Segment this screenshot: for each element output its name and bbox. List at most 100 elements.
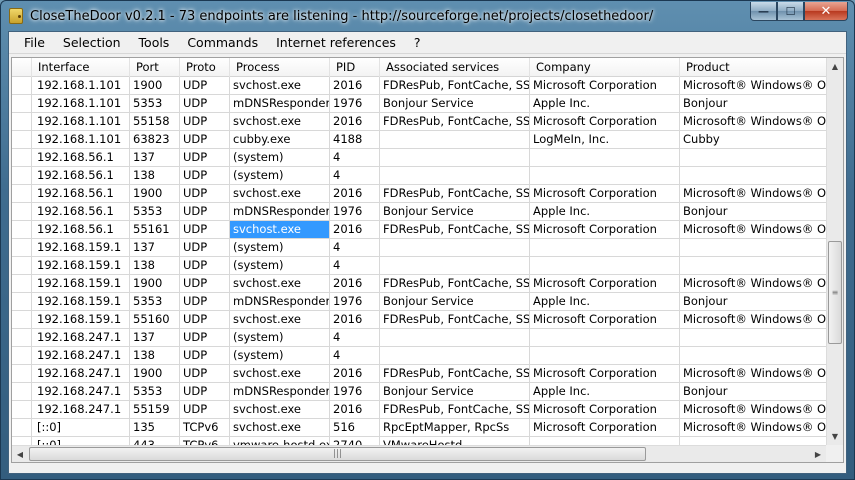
cell-company[interactable]: Apple Inc. bbox=[530, 293, 680, 311]
column-header-port[interactable]: Port bbox=[130, 58, 180, 77]
minimize-button[interactable]: — bbox=[750, 2, 777, 21]
cell-company[interactable]: Microsoft Corporation bbox=[530, 77, 680, 95]
menu-internet-references[interactable]: Internet references bbox=[267, 35, 405, 50]
cell-port[interactable]: 1900 bbox=[130, 365, 180, 383]
cell-proto[interactable]: UDP bbox=[180, 131, 230, 149]
cell-pid[interactable]: 2016 bbox=[330, 113, 380, 131]
row-header[interactable] bbox=[12, 257, 32, 275]
cell-process[interactable]: svchost.exe bbox=[230, 77, 330, 95]
cell-interface[interactable]: 192.168.247.1 bbox=[32, 383, 130, 401]
row-header[interactable] bbox=[12, 185, 32, 203]
cell-process[interactable]: svchost.exe bbox=[230, 185, 330, 203]
table-row[interactable]: 192.168.1.101 55158 UDP svchost.exe 2016 FDRe… bbox=[12, 113, 830, 131]
cell-company[interactable]: Microsoft Corporation bbox=[530, 185, 680, 203]
row-header[interactable] bbox=[12, 203, 32, 221]
table-row[interactable]: 192.168.56.1 5353 UDP mDNSResponder... 1976 B… bbox=[12, 203, 830, 221]
cell-interface[interactable]: 192.168.247.1 bbox=[32, 347, 130, 365]
cell-proto[interactable]: UDP bbox=[180, 239, 230, 257]
cell-proto[interactable]: UDP bbox=[180, 95, 230, 113]
cell-interface[interactable]: 192.168.56.1 bbox=[32, 149, 130, 167]
cell-interface[interactable]: 192.168.1.101 bbox=[32, 77, 130, 95]
cell-pid[interactable]: 4188 bbox=[330, 131, 380, 149]
cell-pid[interactable]: 4 bbox=[330, 239, 380, 257]
cell-interface[interactable]: 192.168.56.1 bbox=[32, 185, 130, 203]
table-row[interactable]: 192.168.1.101 63823 UDP cubby.exe 4188 LogMeI… bbox=[12, 131, 830, 149]
table-row[interactable]: 192.168.1.101 1900 UDP svchost.exe 2016 FDRes… bbox=[12, 77, 830, 95]
cell-company[interactable] bbox=[530, 347, 680, 365]
column-header-pid[interactable]: PID bbox=[330, 58, 380, 77]
cell-proto[interactable]: UDP bbox=[180, 311, 230, 329]
table-row[interactable]: 192.168.159.1 55160 UDP svchost.exe 2016 FDRe… bbox=[12, 311, 830, 329]
table-row[interactable]: 192.168.159.1 1900 UDP svchost.exe 2016 FDRes… bbox=[12, 275, 830, 293]
cell-port[interactable]: 137 bbox=[130, 239, 180, 257]
table-row[interactable]: 192.168.159.1 137 UDP (system) 4 bbox=[12, 239, 830, 257]
cell-port[interactable]: 1900 bbox=[130, 77, 180, 95]
cell-product[interactable]: Microsoft® Windows® Oper... bbox=[680, 419, 830, 437]
cell-process[interactable]: svchost.exe bbox=[230, 275, 330, 293]
cell-associated-services[interactable] bbox=[380, 149, 530, 167]
cell-product[interactable]: Microsoft® Windows® Oper... bbox=[680, 401, 830, 419]
cell-product[interactable]: Bonjour bbox=[680, 383, 830, 401]
cell-company[interactable]: Microsoft Corporation bbox=[530, 275, 680, 293]
cell-associated-services[interactable] bbox=[380, 131, 530, 149]
cell-proto[interactable]: TCPv6 bbox=[180, 419, 230, 437]
cell-proto[interactable]: UDP bbox=[180, 149, 230, 167]
cell-product[interactable]: Bonjour bbox=[680, 293, 830, 311]
column-header-associated-services[interactable]: Associated services bbox=[380, 58, 530, 77]
row-header[interactable] bbox=[12, 365, 32, 383]
row-header[interactable] bbox=[12, 149, 32, 167]
cell-interface[interactable]: 192.168.159.1 bbox=[32, 275, 130, 293]
cell-port[interactable]: 137 bbox=[130, 329, 180, 347]
cell-pid[interactable]: 516 bbox=[330, 419, 380, 437]
cell-pid[interactable]: 4 bbox=[330, 257, 380, 275]
cell-port[interactable]: 138 bbox=[130, 257, 180, 275]
table-row[interactable]: 192.168.247.1 55159 UDP svchost.exe 2016 FDRe… bbox=[12, 401, 830, 419]
cell-product[interactable]: Cubby bbox=[680, 131, 830, 149]
close-button[interactable]: ✕ bbox=[804, 2, 848, 21]
cell-company[interactable] bbox=[530, 149, 680, 167]
cell-company[interactable] bbox=[530, 329, 680, 347]
cell-port[interactable]: 55161 bbox=[130, 221, 180, 239]
cell-port[interactable]: 1900 bbox=[130, 275, 180, 293]
cell-pid[interactable]: 4 bbox=[330, 167, 380, 185]
cell-interface[interactable]: 192.168.159.1 bbox=[32, 239, 130, 257]
table-row[interactable]: 192.168.247.1 137 UDP (system) 4 bbox=[12, 329, 830, 347]
cell-interface[interactable]: 192.168.56.1 bbox=[32, 221, 130, 239]
cell-port[interactable]: 55158 bbox=[130, 113, 180, 131]
cell-associated-services[interactable] bbox=[380, 239, 530, 257]
row-header[interactable] bbox=[12, 113, 32, 131]
cell-interface[interactable]: 192.168.247.1 bbox=[32, 365, 130, 383]
cell-pid[interactable]: 2016 bbox=[330, 401, 380, 419]
cell-process[interactable]: (system) bbox=[230, 347, 330, 365]
cell-company[interactable]: Apple Inc. bbox=[530, 95, 680, 113]
cell-proto[interactable]: UDP bbox=[180, 185, 230, 203]
column-header-process[interactable]: Process bbox=[230, 58, 330, 77]
cell-port[interactable]: 137 bbox=[130, 149, 180, 167]
cell-product[interactable] bbox=[680, 347, 830, 365]
row-header[interactable] bbox=[12, 293, 32, 311]
cell-pid[interactable]: 1976 bbox=[330, 95, 380, 113]
cell-port[interactable]: 55160 bbox=[130, 311, 180, 329]
cell-associated-services[interactable]: Bonjour Service bbox=[380, 203, 530, 221]
cell-proto[interactable]: UDP bbox=[180, 365, 230, 383]
cell-associated-services[interactable]: Bonjour Service bbox=[380, 293, 530, 311]
row-header[interactable] bbox=[12, 311, 32, 329]
cell-associated-services[interactable]: FDResPub, FontCache, SS... bbox=[380, 221, 530, 239]
cell-port[interactable]: 5353 bbox=[130, 203, 180, 221]
cell-company[interactable]: Microsoft Corporation bbox=[530, 419, 680, 437]
row-header[interactable] bbox=[12, 401, 32, 419]
cell-pid[interactable]: 4 bbox=[330, 347, 380, 365]
cell-associated-services[interactable]: Bonjour Service bbox=[380, 383, 530, 401]
cell-process[interactable]: mDNSResponder... bbox=[230, 95, 330, 113]
cell-company[interactable] bbox=[530, 239, 680, 257]
menu-help[interactable]: ? bbox=[405, 35, 430, 50]
title-bar[interactable]: CloseTheDoor v0.2.1 - 73 endpoints are l… bbox=[1, 1, 854, 31]
cell-associated-services[interactable]: FDResPub, FontCache, SS... bbox=[380, 401, 530, 419]
cell-product[interactable] bbox=[680, 239, 830, 257]
cell-pid[interactable]: 4 bbox=[330, 329, 380, 347]
row-header[interactable] bbox=[12, 419, 32, 437]
cell-process[interactable]: (system) bbox=[230, 149, 330, 167]
row-header[interactable] bbox=[12, 131, 32, 149]
cell-associated-services[interactable] bbox=[380, 257, 530, 275]
row-header[interactable] bbox=[12, 239, 32, 257]
